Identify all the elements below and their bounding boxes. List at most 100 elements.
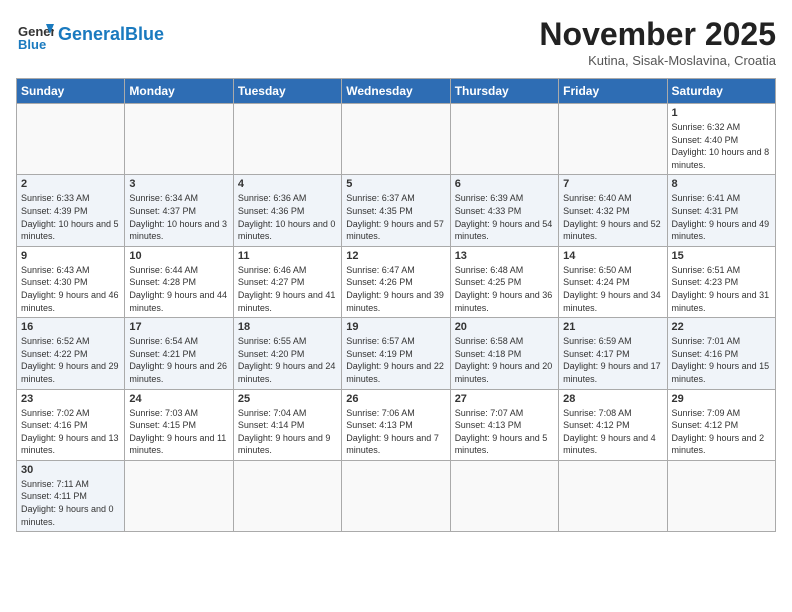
day-number: 25 [238,393,337,405]
logo: General Blue GeneralBlue [16,16,164,54]
day-number: 14 [563,250,662,262]
calendar-cell: 9Sunrise: 6:43 AM Sunset: 4:30 PM Daylig… [17,246,125,317]
day-number: 28 [563,393,662,405]
calendar-cell [125,104,233,175]
calendar-cell: 2Sunrise: 6:33 AM Sunset: 4:39 PM Daylig… [17,175,125,246]
calendar-cell: 13 Sunrise: 6:48 AM Sunset: 4:25 PM Dayli… [450,246,558,317]
calendar-cell: 21 Sunrise: 6:59 AM Sunset: 4:17 PM Dayli… [559,318,667,389]
calendar-cell [233,104,341,175]
day-header-friday: Friday [559,79,667,104]
calendar-cell: 27 Sunrise: 7:07 AM Sunset: 4:13 PM Dayli… [450,389,558,460]
calendar-cell: 24 Sunrise: 7:03 AM Sunset: 4:15 PM Dayli… [125,389,233,460]
day-number: 19 [346,321,445,333]
day-info: Sunrise: 6:52 AM Sunset: 4:22 PM Dayligh… [21,335,120,385]
day-info: Sunrise: 7:06 AM Sunset: 4:13 PM Dayligh… [346,407,445,457]
calendar-cell: 23 Sunrise: 7:02 AM Sunset: 4:16 PM Dayli… [17,389,125,460]
calendar-cell: 15 Sunrise: 6:51 AM Sunset: 4:23 PM Dayli… [667,246,775,317]
calendar-table: SundayMondayTuesdayWednesdayThursdayFrid… [16,78,776,532]
calendar-cell [17,104,125,175]
calendar-cell [559,104,667,175]
calendar-cell [667,460,775,531]
day-header-thursday: Thursday [450,79,558,104]
day-number: 30 [21,464,120,476]
day-header-saturday: Saturday [667,79,775,104]
day-number: 1 [672,107,771,119]
calendar-cell: 14 Sunrise: 6:50 AM Sunset: 4:24 PM Dayli… [559,246,667,317]
calendar-cell: 12 Sunrise: 6:47 AM Sunset: 4:26 PM Dayli… [342,246,450,317]
calendar-cell [342,104,450,175]
day-info: Sunrise: 7:11 AM Sunset: 4:11 PM Dayligh… [21,478,120,528]
day-info: Sunrise: 6:50 AM Sunset: 4:24 PM Dayligh… [563,264,662,314]
day-info: Sunrise: 7:09 AM Sunset: 4:12 PM Dayligh… [672,407,771,457]
day-info: Sunrise: 6:37 AM Sunset: 4:35 PM Dayligh… [346,192,445,242]
day-info: Sunrise: 7:08 AM Sunset: 4:12 PM Dayligh… [563,407,662,457]
calendar-week-row: 30 Sunrise: 7:11 AM Sunset: 4:11 PM Dayli… [17,460,776,531]
calendar-week-row: 23 Sunrise: 7:02 AM Sunset: 4:16 PM Dayli… [17,389,776,460]
day-info: Sunrise: 7:04 AM Sunset: 4:14 PM Dayligh… [238,407,337,457]
day-info: Sunrise: 6:54 AM Sunset: 4:21 PM Dayligh… [129,335,228,385]
calendar-cell: 1 Sunrise: 6:32 AM Sunset: 4:40 PM Daylig… [667,104,775,175]
calendar-week-row: 16 Sunrise: 6:52 AM Sunset: 4:22 PM Dayli… [17,318,776,389]
day-info: Sunrise: 7:07 AM Sunset: 4:13 PM Dayligh… [455,407,554,457]
day-number: 3 [129,178,228,190]
calendar-cell: 28 Sunrise: 7:08 AM Sunset: 4:12 PM Dayli… [559,389,667,460]
calendar-cell: 20Sunrise: 6:58 AM Sunset: 4:18 PM Dayli… [450,318,558,389]
day-info: Sunrise: 6:51 AM Sunset: 4:23 PM Dayligh… [672,264,771,314]
day-info: Sunrise: 6:47 AM Sunset: 4:26 PM Dayligh… [346,264,445,314]
calendar-cell: 3 Sunrise: 6:34 AM Sunset: 4:37 PM Daylig… [125,175,233,246]
day-number: 16 [21,321,120,333]
calendar-cell: 26 Sunrise: 7:06 AM Sunset: 4:13 PM Dayli… [342,389,450,460]
calendar-cell [450,460,558,531]
calendar-cell [450,104,558,175]
day-header-tuesday: Tuesday [233,79,341,104]
day-info: Sunrise: 7:03 AM Sunset: 4:15 PM Dayligh… [129,407,228,457]
calendar-cell: 18Sunrise: 6:55 AM Sunset: 4:20 PM Dayli… [233,318,341,389]
day-info: Sunrise: 6:34 AM Sunset: 4:37 PM Dayligh… [129,192,228,242]
calendar-cell: 30 Sunrise: 7:11 AM Sunset: 4:11 PM Dayli… [17,460,125,531]
day-number: 23 [21,393,120,405]
day-number: 15 [672,250,771,262]
day-number: 7 [563,178,662,190]
calendar-cell: 29 Sunrise: 7:09 AM Sunset: 4:12 PM Dayli… [667,389,775,460]
calendar-cell: 22 Sunrise: 7:01 AM Sunset: 4:16 PM Dayli… [667,318,775,389]
calendar-cell: 25 Sunrise: 7:04 AM Sunset: 4:14 PM Dayli… [233,389,341,460]
day-number: 13 [455,250,554,262]
calendar-cell [342,460,450,531]
calendar-cell [233,460,341,531]
page-header: General Blue GeneralBlue November 2025 K… [16,16,776,68]
day-header-wednesday: Wednesday [342,79,450,104]
title-block: November 2025 Kutina, Sisak-Moslavina, C… [539,16,776,68]
day-info: Sunrise: 6:40 AM Sunset: 4:32 PM Dayligh… [563,192,662,242]
calendar-cell [125,460,233,531]
calendar-cell [559,460,667,531]
calendar-cell: 10 Sunrise: 6:44 AM Sunset: 4:28 PM Dayli… [125,246,233,317]
day-number: 24 [129,393,228,405]
day-info: Sunrise: 6:57 AM Sunset: 4:19 PM Dayligh… [346,335,445,385]
day-number: 27 [455,393,554,405]
day-number: 11 [238,250,337,262]
day-info: Sunrise: 7:02 AM Sunset: 4:16 PM Dayligh… [21,407,120,457]
day-info: Sunrise: 6:58 AM Sunset: 4:18 PM Dayligh… [455,335,554,385]
day-number: 4 [238,178,337,190]
day-info: Sunrise: 6:32 AM Sunset: 4:40 PM Dayligh… [672,121,771,171]
day-info: Sunrise: 6:43 AM Sunset: 4:30 PM Dayligh… [21,264,120,314]
day-number: 21 [563,321,662,333]
day-number: 12 [346,250,445,262]
calendar-cell: 19 Sunrise: 6:57 AM Sunset: 4:19 PM Dayli… [342,318,450,389]
day-number: 22 [672,321,771,333]
day-header-monday: Monday [125,79,233,104]
day-number: 29 [672,393,771,405]
day-number: 17 [129,321,228,333]
day-info: Sunrise: 7:01 AM Sunset: 4:16 PM Dayligh… [672,335,771,385]
day-number: 8 [672,178,771,190]
day-number: 10 [129,250,228,262]
day-info: Sunrise: 6:36 AM Sunset: 4:36 PM Dayligh… [238,192,337,242]
day-info: Sunrise: 6:59 AM Sunset: 4:17 PM Dayligh… [563,335,662,385]
calendar-cell: 17 Sunrise: 6:54 AM Sunset: 4:21 PM Dayli… [125,318,233,389]
calendar-cell: 5Sunrise: 6:37 AM Sunset: 4:35 PM Daylig… [342,175,450,246]
day-info: Sunrise: 6:39 AM Sunset: 4:33 PM Dayligh… [455,192,554,242]
day-info: Sunrise: 6:48 AM Sunset: 4:25 PM Dayligh… [455,264,554,314]
day-number: 26 [346,393,445,405]
day-info: Sunrise: 6:44 AM Sunset: 4:28 PM Dayligh… [129,264,228,314]
day-info: Sunrise: 6:46 AM Sunset: 4:27 PM Dayligh… [238,264,337,314]
